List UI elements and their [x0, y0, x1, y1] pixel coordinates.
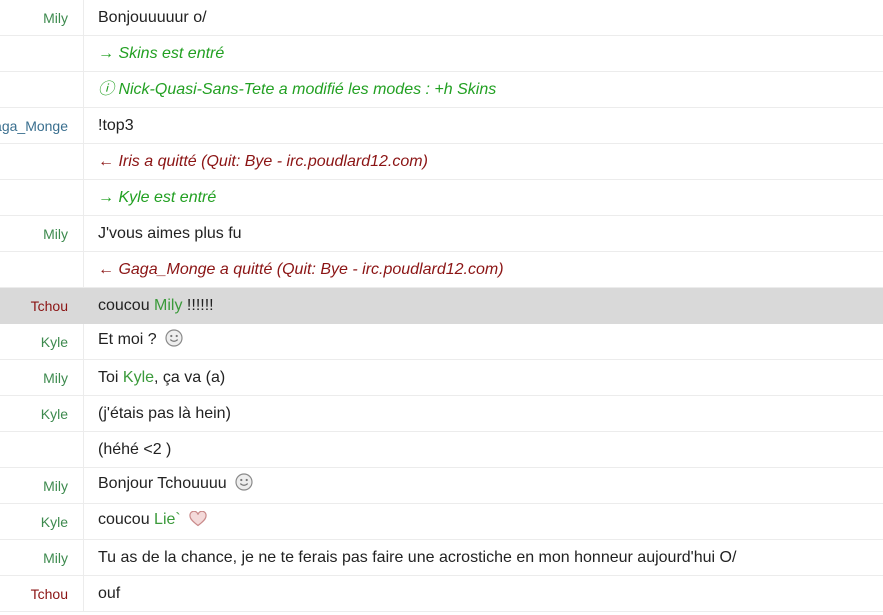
chat-message-row: Mily J'vous aimes plus fu [0, 216, 883, 252]
nick-label[interactable]: Kyle [0, 324, 84, 359]
message-fragment: (héhé <2 ) [98, 440, 172, 458]
message-fragment: ← Iris a quitté (Quit: Bye - irc.poudlar… [98, 152, 428, 170]
message-text: J'vous aimes plus fu [84, 216, 242, 252]
message-fragment: ← Gaga_Monge a quitté (Quit: Bye - irc.p… [98, 260, 504, 278]
nick-mention[interactable]: Lie` [154, 511, 181, 528]
chat-message-row: Mily Tu as de la chance, je ne te ferais … [0, 540, 883, 576]
message-text: coucou Lie` [84, 502, 207, 541]
chat-message-row: Kyle (j'étais pas là hein) [0, 396, 883, 432]
chat-message-row: Kyle coucou Lie` [0, 504, 883, 540]
chat-event-row: ⓘ Nick-Quasi-Sans-Tete a modifié les mod… [0, 72, 883, 108]
smiley-icon [235, 469, 253, 505]
message-text: Toi Kyle, ça va (a) [84, 360, 225, 396]
message-text: ← Gaga_Monge a quitté (Quit: Bye - irc.p… [84, 252, 504, 288]
message-fragment: Bonjour Tchouuuu [98, 475, 232, 492]
message-fragment: coucou [98, 296, 155, 314]
nick-label [0, 36, 84, 71]
message-text: (j'étais pas là hein) [84, 396, 231, 432]
message-fragment: Et moi ? [98, 331, 162, 348]
nick-label[interactable]: Mily [0, 360, 84, 395]
nick-label [0, 252, 84, 287]
message-text: ← Iris a quitté (Quit: Bye - irc.poudlar… [84, 144, 428, 180]
chat-message-row: Tchou coucou Mily !!!!!! [0, 288, 883, 324]
chat-event-row: ← Iris a quitté (Quit: Bye - irc.poudlar… [0, 144, 883, 180]
message-fragment: Bonjouuuuur o/ [98, 8, 207, 26]
nick-label[interactable]: Mily [0, 0, 84, 35]
message-fragment: (j'étais pas là hein) [98, 404, 231, 422]
smiley-icon [165, 325, 183, 361]
nick-label [0, 432, 84, 467]
message-fragment: → Kyle est entré [98, 188, 217, 206]
nick-mention[interactable]: Kyle [123, 369, 154, 386]
message-fragment: ⓘ Nick-Quasi-Sans-Tete a modifié les mod… [98, 80, 497, 98]
nick-label[interactable]: Kyle [0, 504, 84, 539]
nick-label [0, 72, 84, 107]
message-fragment [181, 511, 185, 528]
nick-label[interactable]: Tchou [0, 288, 84, 323]
message-text: (héhé <2 ) [84, 432, 171, 468]
chat-event-row: ← Gaga_Monge a quitté (Quit: Bye - irc.p… [0, 252, 883, 288]
chat-message-row: Mily Toi Kyle, ça va (a) [0, 360, 883, 396]
chat-message-row: Kyle Et moi ? [0, 324, 883, 360]
chat-message-row: Mily Bonjour Tchouuuu [0, 468, 883, 504]
message-text: Bonjouuuuur o/ [84, 0, 207, 36]
message-text: coucou Mily !!!!!! [84, 288, 214, 324]
nick-label[interactable]: Kyle [0, 396, 84, 431]
message-fragment: !top3 [98, 116, 134, 134]
nick-label[interactable]: Mily [0, 540, 84, 575]
chat-event-row: → Skins est entré [0, 36, 883, 72]
nick-label[interactable]: Mily [0, 468, 84, 503]
chat-event-row: → Kyle est entré [0, 180, 883, 216]
nick-label[interactable]: Gaga_Monge [0, 108, 84, 143]
nick-mention[interactable]: Mily [154, 297, 182, 314]
chat-log: Mily Bonjouuuuur o/ → Skins est entré ⓘ Nic… [0, 0, 883, 615]
message-fragment: → Skins est entré [98, 44, 225, 62]
message-fragment: Toi [98, 368, 123, 386]
nick-label [0, 144, 84, 179]
message-fragment: J'vous aimes plus fu [98, 224, 242, 242]
message-text: ouf [84, 576, 120, 612]
message-text: → Kyle est entré [84, 180, 216, 216]
message-fragment: , ça va (a) [154, 368, 226, 386]
message-fragment: Tu as de la chance, je ne te ferais pas … [98, 548, 737, 566]
heart-icon [189, 505, 207, 541]
message-text: ⓘ Nick-Quasi-Sans-Tete a modifié les mod… [84, 72, 496, 108]
message-text: Et moi ? [84, 322, 183, 361]
chat-message-row: Mily Bonjouuuuur o/ [0, 0, 883, 36]
message-text: Tu as de la chance, je ne te ferais pas … [84, 540, 736, 576]
nick-label [0, 180, 84, 215]
chat-message-row: Tchou ouf [0, 576, 883, 612]
nick-label[interactable]: Tchou [0, 576, 84, 611]
nick-label[interactable]: Mily [0, 216, 84, 251]
message-text: → Skins est entré [84, 36, 224, 72]
message-fragment: !!!!!! [182, 296, 214, 314]
message-fragment: coucou [98, 511, 155, 528]
message-text: !top3 [84, 108, 134, 144]
message-text: Bonjour Tchouuuu [84, 466, 253, 505]
chat-message-row: Gaga_Monge !top3 [0, 108, 883, 144]
message-fragment: ouf [98, 584, 121, 602]
chat-message-row: (héhé <2 ) [0, 432, 883, 468]
